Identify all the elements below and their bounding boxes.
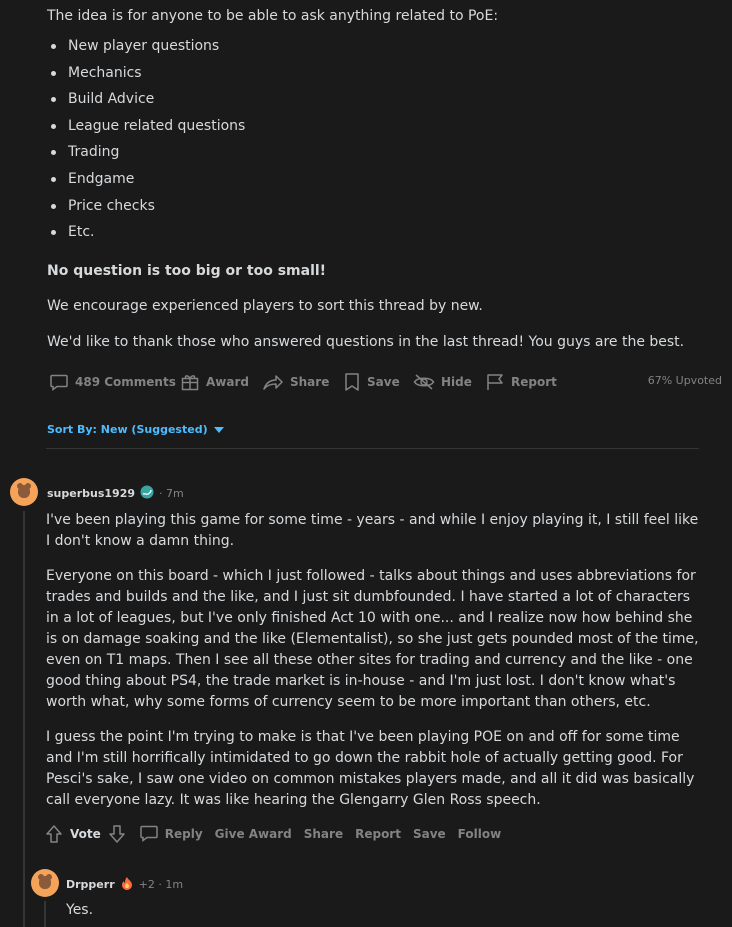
hide-button[interactable]: Hide xyxy=(413,367,472,397)
caret-down-icon xyxy=(213,423,224,436)
comment-body: I've been playing this game for some tim… xyxy=(46,510,706,811)
award-label: Award xyxy=(206,375,249,389)
flag-icon xyxy=(485,372,505,392)
hide-eye-icon xyxy=(413,372,435,392)
downvote-arrow-icon[interactable] xyxy=(107,824,127,844)
list-item: Price checks xyxy=(47,196,245,223)
save-button[interactable]: Save xyxy=(413,827,446,841)
hide-label: Hide xyxy=(441,375,472,389)
comment-paragraph: I've been playing this game for some tim… xyxy=(46,512,699,549)
gift-icon xyxy=(180,372,200,392)
list-item: Trading xyxy=(47,142,245,169)
vote-count: Vote xyxy=(70,827,101,841)
comment-icon xyxy=(139,823,159,846)
avatar[interactable] xyxy=(10,478,38,506)
comment-username[interactable]: Drpperr xyxy=(66,878,115,891)
avatar[interactable] xyxy=(31,869,59,897)
post-paragraph: We encourage experienced players to sort… xyxy=(47,298,483,314)
share-button[interactable]: Share xyxy=(304,827,343,841)
comment-paragraph: Yes. xyxy=(66,902,94,918)
sort-dropdown[interactable]: Sort By: New (Suggested) xyxy=(47,423,224,436)
post-bold-line: No question is too big or too small! xyxy=(47,263,327,279)
give-award-button[interactable]: Give Award xyxy=(215,827,292,841)
upvote-arrow-icon[interactable] xyxy=(44,824,64,844)
comment-timestamp: · 7m xyxy=(159,487,184,500)
post-paragraph: We'd like to thank those who answered qu… xyxy=(47,334,685,350)
divider xyxy=(46,448,699,449)
reply-label: Reply xyxy=(164,827,203,841)
post-bullet-list: New player questions Mechanics Build Adv… xyxy=(47,36,245,249)
upvote-ratio: 67% Upvoted xyxy=(647,374,722,387)
report-button[interactable]: Report xyxy=(355,827,401,841)
share-label: Share xyxy=(290,375,330,389)
post-action-bar: 489 Comments Award Share Save Hide Repor… xyxy=(46,367,726,397)
share-icon xyxy=(262,372,284,392)
flame-badge-icon xyxy=(120,876,134,893)
comment-icon xyxy=(49,372,69,392)
list-item: Etc. xyxy=(47,222,245,249)
post-intro: The idea is for anyone to be able to ask… xyxy=(47,8,499,24)
award-button[interactable]: Award xyxy=(180,367,249,397)
share-button[interactable]: Share xyxy=(262,367,329,397)
thread-line[interactable] xyxy=(23,511,25,927)
follow-button[interactable]: Follow xyxy=(458,827,502,841)
reply-button[interactable]: Reply xyxy=(139,823,203,846)
comment-paragraph: Everyone on this board - which I just fo… xyxy=(46,568,699,710)
comments-button[interactable]: 489 Comments xyxy=(49,367,176,397)
comments-count: 489 Comments xyxy=(75,375,176,389)
comment-body: Yes. xyxy=(66,900,686,921)
thread-line[interactable] xyxy=(44,901,46,927)
list-item: League related questions xyxy=(47,116,245,143)
save-button[interactable]: Save xyxy=(343,367,400,397)
comment-timestamp: +2 · 1m xyxy=(138,878,184,891)
sort-label: Sort By: New (Suggested) xyxy=(47,423,208,436)
comment-header: superbus1929 · 7m xyxy=(47,485,184,502)
comment-action-bar: Vote Reply Give Award Share Report Save … xyxy=(44,822,501,846)
list-item: Mechanics xyxy=(47,63,245,90)
comment-username[interactable]: superbus1929 xyxy=(47,487,135,500)
report-label: Report xyxy=(511,375,557,389)
globe-badge-icon xyxy=(140,485,154,502)
bookmark-icon xyxy=(343,372,361,392)
save-label: Save xyxy=(367,375,400,389)
comment-paragraph: I guess the point I'm trying to make is … xyxy=(46,729,695,808)
list-item: Build Advice xyxy=(47,89,245,116)
report-button[interactable]: Report xyxy=(485,367,557,397)
list-item: Endgame xyxy=(47,169,245,196)
comment-header: Drpperr +2 · 1m xyxy=(66,876,183,893)
list-item: New player questions xyxy=(47,36,245,63)
